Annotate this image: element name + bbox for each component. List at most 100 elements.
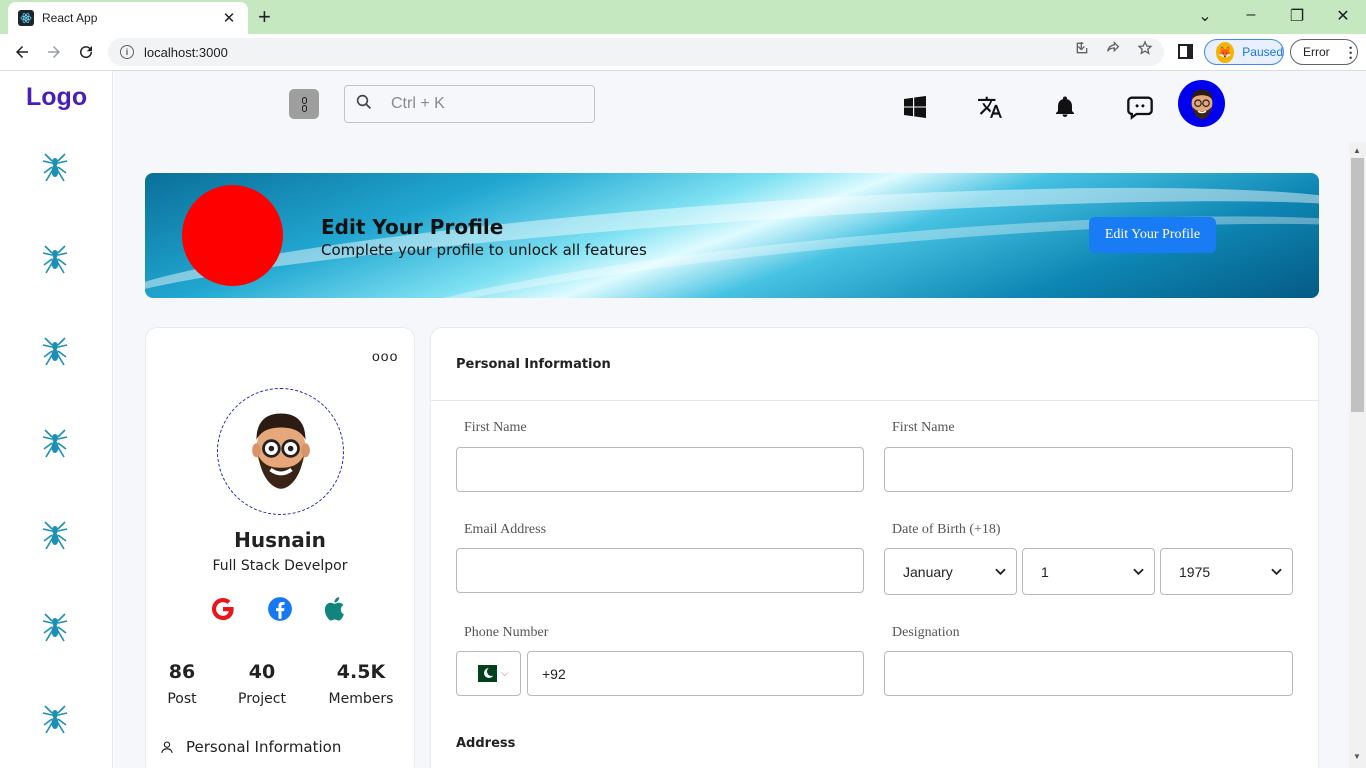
user-icon [161, 741, 173, 753]
menu-toggle-button[interactable] [289, 89, 319, 119]
url-text: localhost:3000 [144, 44, 228, 60]
sidebar-spider-icon[interactable] [41, 703, 69, 735]
window-close-button[interactable]: ✕ [1333, 6, 1353, 26]
browser-tabbar: React App ✕ + ⌄ – ❐ ✕ [0, 0, 1366, 34]
search-box[interactable] [344, 85, 595, 123]
dob-month-select[interactable]: January [884, 548, 1017, 595]
stat-members: 4.5K Members [316, 661, 406, 707]
menu-personal-information[interactable]: Personal Information [160, 738, 341, 756]
phone-label: Phone Number [464, 625, 549, 640]
first-name-label: First Name [464, 420, 527, 435]
facebook-icon[interactable] [265, 594, 295, 624]
scroll-down-icon[interactable]: ▼ [1353, 752, 1361, 761]
back-arrow-icon[interactable] [10, 41, 34, 63]
phone-field[interactable] [527, 651, 864, 696]
bell-icon[interactable] [1051, 93, 1079, 121]
scrollbar-thumb[interactable] [1351, 158, 1364, 412]
dob-day-value: 1 [1041, 563, 1049, 580]
profile-paused-button[interactable]: 🦊 Paused [1204, 39, 1284, 65]
email-label: Email Address [464, 522, 547, 537]
dob-year-select[interactable]: 1975 [1160, 548, 1293, 595]
error-label: Error [1303, 45, 1330, 59]
sidebar-spider-icon[interactable] [41, 519, 69, 551]
sidebar-spider-icon[interactable] [41, 611, 69, 643]
tab-search-chevron-icon[interactable]: ⌄ [1195, 6, 1215, 26]
profile-avatar [217, 388, 344, 515]
side-panel-icon[interactable] [1178, 44, 1193, 59]
sidebar-spider-icon[interactable] [41, 427, 69, 459]
browser-toolbar: i localhost:3000 🦊 Paused Error ⋮ [0, 34, 1366, 71]
google-icon[interactable] [208, 594, 238, 624]
profile-name: Husnain [234, 528, 326, 552]
divider [431, 400, 1318, 401]
stat-value: 86 [168, 661, 196, 683]
profile-role: Full Stack Develpor [212, 558, 348, 574]
profile-card: ooo Husnain Full Stack Develpor 86 Post … [145, 327, 415, 768]
chevron-down-icon: ⌵ [501, 668, 509, 679]
logo[interactable]: Logo [26, 83, 87, 112]
designation-label: Designation [892, 625, 960, 640]
dob-day-select[interactable]: 1 [1022, 548, 1155, 595]
banner-avatar-circle [182, 185, 283, 286]
chevron-down-icon [995, 565, 1006, 579]
dob-label: Date of Birth (+18) [892, 522, 1001, 537]
browser-profile-avatar: 🦊 [1216, 41, 1235, 63]
kebab-menu-icon: ⋮ [1343, 43, 1358, 60]
tab-close-icon[interactable]: ✕ [220, 9, 238, 27]
address-bar[interactable]: i localhost:3000 [108, 38, 1164, 66]
reload-icon[interactable] [74, 41, 98, 63]
first-name-field[interactable] [456, 447, 864, 492]
personal-info-form: Personal Information First Name First Na… [430, 327, 1319, 768]
email-field[interactable] [456, 548, 864, 593]
paused-label: Paused [1242, 45, 1283, 59]
sidebar: Logo [0, 71, 113, 768]
sidebar-spider-icon[interactable] [41, 151, 69, 183]
install-icon[interactable] [1074, 40, 1090, 59]
pakistan-flag-icon [471, 665, 497, 682]
error-menu-button[interactable]: Error ⋮ [1290, 39, 1358, 65]
chat-icon[interactable] [1126, 93, 1154, 121]
stat-label: Members [328, 691, 394, 707]
windows-icon[interactable] [901, 93, 929, 121]
new-tab-button[interactable]: + [258, 5, 271, 29]
search-input[interactable] [391, 95, 571, 113]
form-title: Personal Information [456, 357, 611, 372]
stat-value: 40 [248, 661, 276, 683]
site-info-icon[interactable]: i [120, 45, 134, 59]
more-options-icon[interactable]: ooo [372, 348, 398, 364]
stat-posts: 86 Post [137, 661, 227, 707]
minimize-button[interactable]: – [1241, 6, 1261, 24]
sidebar-spider-icon[interactable] [41, 335, 69, 367]
second-first-name-field[interactable] [884, 447, 1293, 492]
banner-subtitle: Complete your profile to unlock all feat… [321, 241, 647, 259]
search-icon [355, 93, 373, 116]
translate-icon[interactable] [976, 93, 1004, 121]
chevron-down-icon [1271, 565, 1282, 579]
country-code-select[interactable]: ⌵ [456, 651, 521, 696]
stat-projects: 40 Project [217, 661, 307, 707]
apple-icon[interactable] [321, 594, 351, 624]
designation-field[interactable] [884, 651, 1293, 696]
dob-month-value: January [903, 563, 953, 580]
bookmark-star-icon[interactable] [1137, 40, 1153, 59]
chevron-down-icon [1133, 565, 1144, 579]
share-icon[interactable] [1105, 40, 1121, 59]
page-scrollbar[interactable]: ▲ ▼ [1349, 142, 1366, 768]
second-first-name-label: First Name [892, 420, 955, 435]
banner-title: Edit Your Profile [321, 215, 504, 239]
address-label: Address [456, 736, 516, 751]
scroll-up-icon[interactable]: ▲ [1353, 146, 1361, 155]
main-content: Edit Your Profile Complete your profile … [114, 71, 1366, 768]
user-avatar[interactable] [1178, 80, 1225, 127]
stat-label: Post [167, 691, 197, 707]
forward-arrow-icon[interactable] [42, 41, 66, 63]
react-icon [18, 10, 34, 26]
browser-tab[interactable]: React App ✕ [8, 2, 248, 34]
restore-button[interactable]: ❐ [1287, 6, 1307, 26]
stat-label: Project [238, 691, 286, 707]
edit-profile-button[interactable]: Edit Your Profile [1089, 217, 1216, 253]
menu-label: Personal Information [186, 738, 342, 756]
tab-title: React App [42, 11, 98, 25]
profile-banner: Edit Your Profile Complete your profile … [145, 173, 1319, 298]
sidebar-spider-icon[interactable] [41, 243, 69, 275]
